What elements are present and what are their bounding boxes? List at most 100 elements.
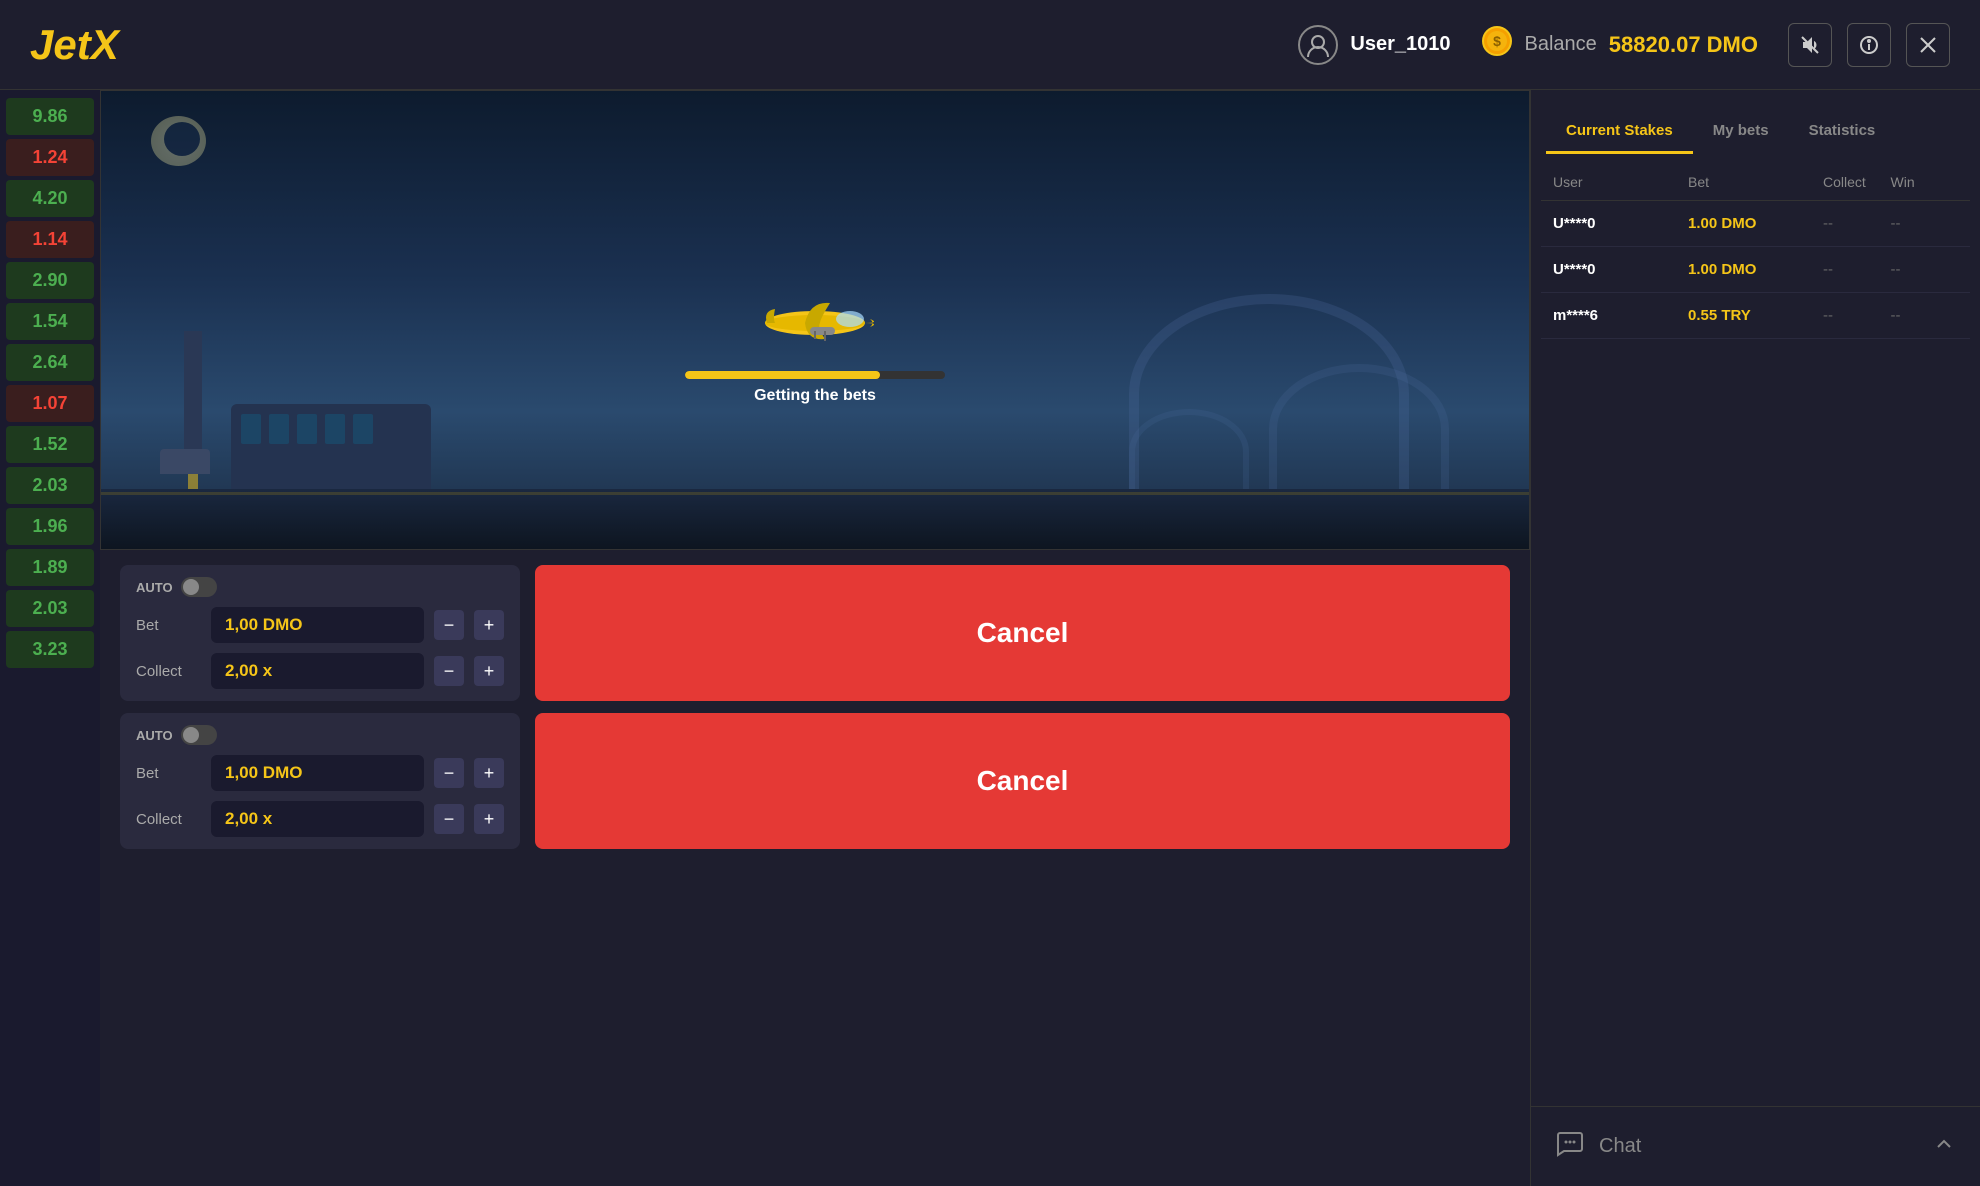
game-status-label: Getting the bets: [685, 387, 945, 405]
multiplier-badge[interactable]: 1.24: [6, 139, 94, 176]
header-right: User_1010 $ Balance 58820.07 DMO: [1298, 23, 1950, 67]
multiplier-badge[interactable]: 3.23: [6, 631, 94, 668]
multiplier-badge[interactable]: 1.89: [6, 549, 94, 586]
bet-plus-btn-2[interactable]: +: [474, 758, 504, 788]
col-bet: Bet: [1688, 174, 1823, 190]
bet-plus-btn-1[interactable]: +: [474, 610, 504, 640]
table-row: m****6 0.55 TRY -- --: [1541, 293, 1970, 339]
row3-collect: --: [1823, 307, 1891, 324]
svg-text:$: $: [1493, 33, 1501, 49]
bet-value-2: 1,00 DMO: [225, 763, 302, 783]
user-avatar-icon: [1298, 25, 1338, 65]
chat-bar[interactable]: Chat: [1531, 1106, 1980, 1186]
arch-small: [1269, 364, 1449, 494]
tab-statistics[interactable]: Statistics: [1789, 110, 1896, 154]
coin-icon: $: [1481, 25, 1513, 64]
multiplier-badge[interactable]: 2.64: [6, 344, 94, 381]
toggle-switch-1[interactable]: [181, 577, 217, 597]
terminal: [231, 404, 431, 494]
left-sidebar: 9.86 1.24 4.20 1.14 2.90 1.54 2.64 1.07 …: [0, 90, 100, 1186]
progress-bar-container: Getting the bets: [685, 371, 945, 405]
bet-value-1: 1,00 DMO: [225, 615, 302, 635]
bet-minus-btn-1[interactable]: −: [434, 610, 464, 640]
tab-my-bets[interactable]: My bets: [1693, 110, 1789, 154]
bet-input-box-1[interactable]: 1,00 DMO: [211, 607, 424, 643]
header: JetX User_1010 $ Balance 58820.07 DMO: [0, 0, 1980, 90]
plane-container: [755, 291, 875, 356]
table-row: U****0 1.00 DMO -- --: [1541, 247, 1970, 293]
cancel-button-1[interactable]: Cancel: [535, 565, 1510, 701]
close-button[interactable]: [1906, 23, 1950, 67]
collect-value-2: 2,00 x: [225, 809, 272, 829]
multiplier-badge[interactable]: 1.96: [6, 508, 94, 545]
cancel-button-2[interactable]: Cancel: [535, 713, 1510, 849]
auto-label-2: AUTO: [136, 728, 173, 743]
col-user: User: [1553, 174, 1688, 190]
right-panel: Current Stakes My bets Statistics User B…: [1530, 90, 1980, 1186]
progress-bar-bg: [685, 371, 945, 379]
collect-input-box-2[interactable]: 2,00 x: [211, 801, 424, 837]
collect-input-box-1[interactable]: 2,00 x: [211, 653, 424, 689]
balance-label: Balance: [1525, 33, 1597, 56]
row1-win: --: [1891, 215, 1959, 232]
auto-toggle-2: AUTO: [136, 725, 504, 745]
betting-panel: AUTO Bet 1,00 DMO − + Collect: [100, 550, 1530, 1186]
multiplier-badge[interactable]: 2.03: [6, 590, 94, 627]
chat-label: Chat: [1599, 1135, 1641, 1158]
bet-label-2: Bet: [136, 765, 201, 782]
moon-crescent: [164, 122, 200, 156]
row1-user: U****0: [1553, 215, 1688, 232]
header-icons: [1788, 23, 1950, 67]
logo-jet: Jet: [30, 21, 91, 68]
info-button[interactable]: [1847, 23, 1891, 67]
sound-button[interactable]: [1788, 23, 1832, 67]
row2-win: --: [1891, 261, 1959, 278]
chat-expand-icon[interactable]: [1933, 1133, 1955, 1161]
collect-minus-btn-2[interactable]: −: [434, 804, 464, 834]
collect-label-2: Collect: [136, 811, 201, 828]
multiplier-badge[interactable]: 2.03: [6, 467, 94, 504]
collect-minus-btn-1[interactable]: −: [434, 656, 464, 686]
multiplier-badge[interactable]: 1.52: [6, 426, 94, 463]
row1-bet: 1.00 DMO: [1688, 215, 1823, 232]
tabs: Current Stakes My bets Statistics: [1531, 90, 1980, 154]
username: User_1010: [1350, 33, 1450, 56]
collect-label-1: Collect: [136, 663, 201, 680]
multiplier-badge[interactable]: 1.07: [6, 385, 94, 422]
bet-minus-btn-2[interactable]: −: [434, 758, 464, 788]
ground: [101, 489, 1529, 549]
col-win: Win: [1891, 174, 1959, 190]
row3-bet: 0.55 TRY: [1688, 307, 1823, 324]
collect-plus-btn-2[interactable]: +: [474, 804, 504, 834]
logo: JetX: [30, 21, 119, 69]
multiplier-badge[interactable]: 1.54: [6, 303, 94, 340]
collect-value-1: 2,00 x: [225, 661, 272, 681]
multiplier-badge[interactable]: 9.86: [6, 98, 94, 135]
main-layout: 9.86 1.24 4.20 1.14 2.90 1.54 2.64 1.07 …: [0, 90, 1980, 1186]
row3-user: m****6: [1553, 307, 1688, 324]
row1-collect: --: [1823, 215, 1891, 232]
progress-bar-fill: [685, 371, 880, 379]
table-row: U****0 1.00 DMO -- --: [1541, 201, 1970, 247]
row2-bet: 1.00 DMO: [1688, 261, 1823, 278]
row2-user: U****0: [1553, 261, 1688, 278]
row3-win: --: [1891, 307, 1959, 324]
multiplier-badge[interactable]: 4.20: [6, 180, 94, 217]
tab-current-stakes[interactable]: Current Stakes: [1546, 110, 1693, 154]
bet-input-box-2[interactable]: 1,00 DMO: [211, 755, 424, 791]
collect-plus-btn-1[interactable]: +: [474, 656, 504, 686]
auto-label-1: AUTO: [136, 580, 173, 595]
runway: [101, 492, 1529, 495]
game-canvas: Getting the bets: [100, 90, 1530, 550]
arch-medium: [1129, 409, 1249, 494]
col-collect: Collect: [1823, 174, 1891, 190]
row2-collect: --: [1823, 261, 1891, 278]
logo-x: X: [91, 21, 119, 68]
control-tower: [176, 331, 210, 494]
bet-row-1: AUTO Bet 1,00 DMO − + Collect: [120, 565, 1510, 701]
toggle-switch-2[interactable]: [181, 725, 217, 745]
multiplier-badge[interactable]: 1.14: [6, 221, 94, 258]
bet-input-row-1: Bet 1,00 DMO − +: [136, 607, 504, 643]
multiplier-badge[interactable]: 2.90: [6, 262, 94, 299]
balance-value: 58820.07 DMO: [1609, 32, 1758, 58]
